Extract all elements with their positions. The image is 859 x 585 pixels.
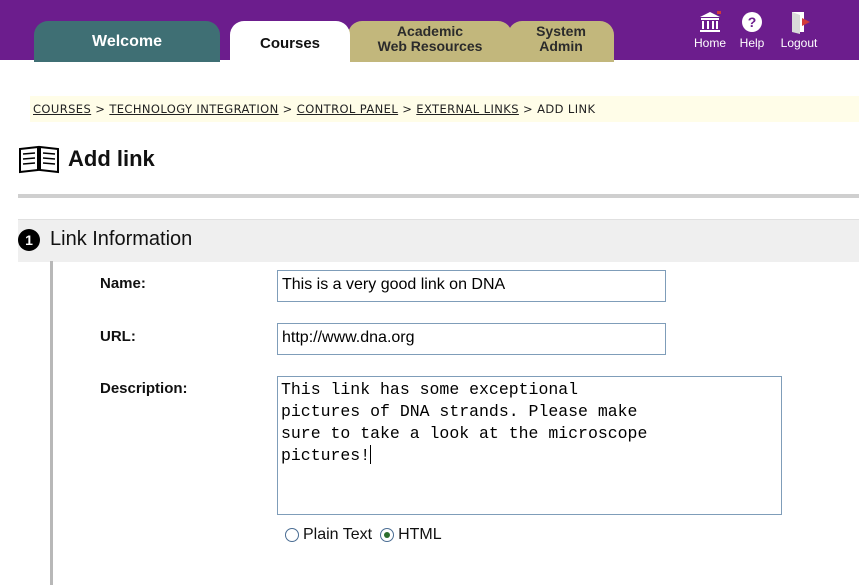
help-link-label: Help	[739, 36, 765, 50]
breadcrumb-technology-integration[interactable]: TECHNOLOGY INTEGRATION	[109, 102, 278, 116]
help-link[interactable]: ? Help	[732, 10, 772, 50]
breadcrumb-courses[interactable]: COURSES	[33, 102, 91, 116]
logout-door-icon	[792, 12, 810, 34]
tab-system-admin[interactable]: System Admin	[508, 21, 614, 62]
html-radio[interactable]	[380, 528, 395, 542]
top-navigation: Welcome Academic Web Resources System Admi…	[0, 0, 859, 63]
text-cursor	[370, 445, 372, 464]
home-link-label: Home	[693, 36, 726, 50]
description-text: This link has some exceptional pictures …	[281, 380, 648, 465]
page-title: Add link	[18, 143, 155, 175]
section-left-border	[50, 261, 53, 585]
tab-academic-web-resources-label: Academic Web Resources	[377, 23, 483, 54]
tab-courses-label: Courses	[259, 35, 321, 52]
breadcrumb-separator: >	[282, 102, 293, 116]
tab-welcome[interactable]: Welcome	[34, 21, 220, 62]
tab-welcome-label: Welcome	[92, 33, 162, 50]
top-links: Home ? Help Logout	[690, 10, 830, 58]
section-header: 1 Link Information	[18, 219, 859, 262]
page-title-text: Add link	[68, 146, 155, 171]
section-number-badge: 1	[18, 229, 40, 251]
plain-text-radio[interactable]	[285, 528, 299, 542]
book-icon	[19, 145, 59, 174]
html-label: HTML	[398, 526, 442, 543]
breadcrumb-current: ADD LINK	[537, 102, 596, 116]
tab-system-admin-label: System Admin	[536, 23, 586, 54]
description-textarea[interactable]: This link has some exceptional pictures …	[277, 376, 782, 515]
logout-link-label: Logout	[780, 36, 818, 50]
name-label: Name:	[100, 275, 146, 292]
breadcrumb-separator: >	[522, 102, 534, 116]
description-label: Description:	[100, 380, 188, 397]
breadcrumb-separator: >	[402, 102, 413, 116]
breadcrumb-control-panel[interactable]: CONTROL PANEL	[297, 102, 398, 116]
name-field[interactable]: This is a very good link on DNA	[277, 270, 666, 302]
breadcrumb-external-links[interactable]: EXTERNAL LINKS	[416, 102, 519, 116]
tab-courses[interactable]: Courses	[230, 21, 350, 63]
tab-academic-web-resources[interactable]: Academic Web Resources	[348, 21, 512, 62]
divider	[18, 194, 859, 198]
logout-link[interactable]: Logout	[770, 10, 828, 50]
help-icon: ?	[742, 12, 762, 32]
home-link[interactable]: Home	[690, 10, 730, 50]
home-icon	[700, 11, 721, 32]
svg-text:?: ?	[748, 14, 757, 30]
url-field[interactable]: http://www.dna.org	[277, 323, 666, 355]
breadcrumb: COURSES > TECHNOLOGY INTEGRATION > CONTR…	[33, 102, 595, 116]
url-label: URL:	[100, 328, 136, 345]
plain-text-label: Plain Text	[303, 526, 373, 543]
section-title: Link Information	[50, 228, 193, 250]
breadcrumb-separator: >	[95, 102, 106, 116]
format-radio-group: Plain Text HTML	[285, 526, 442, 544]
